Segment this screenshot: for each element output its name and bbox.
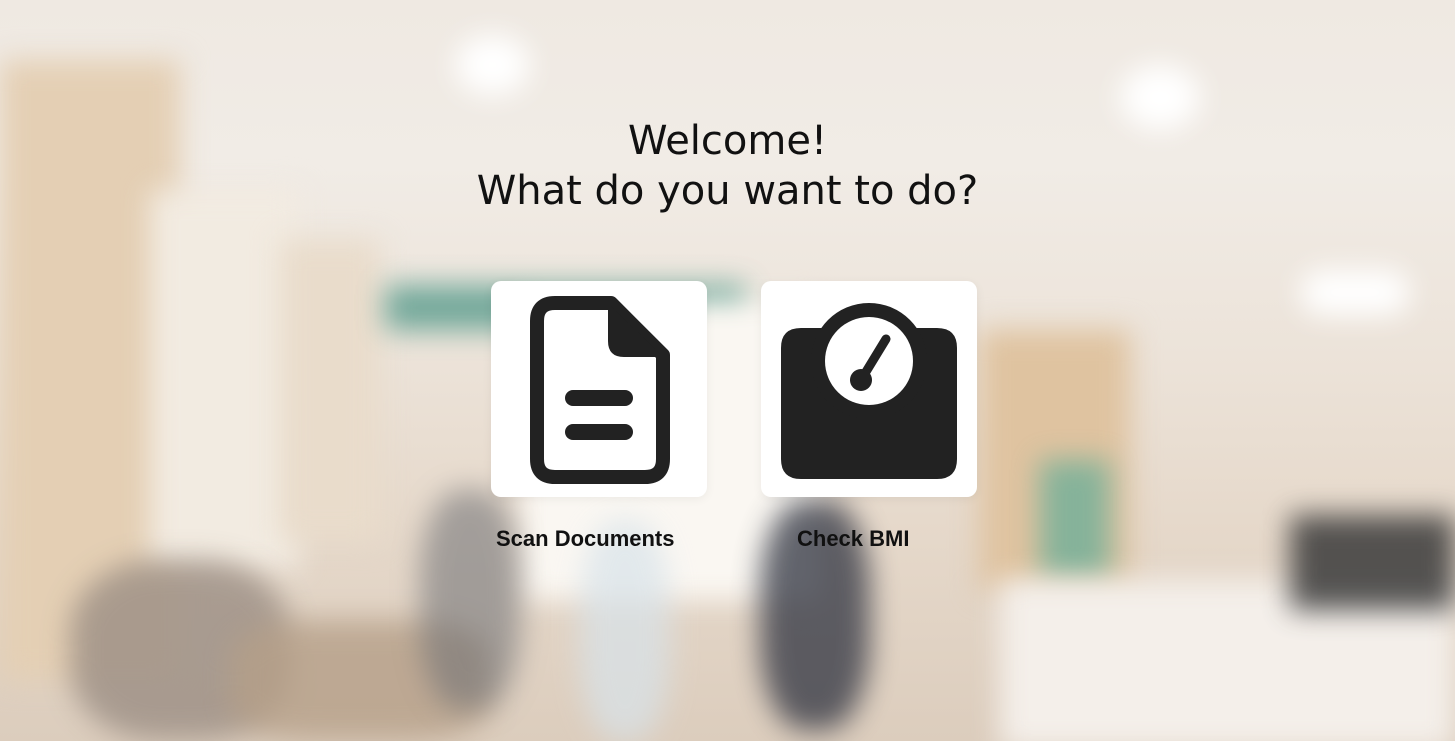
scan-documents-tile[interactable] [491,281,707,497]
document-icon [530,296,670,484]
welcome-heading: Welcome! What do you want to do? [0,116,1455,216]
check-bmi-label[interactable]: Check BMI [797,526,909,552]
welcome-line: Welcome! [627,118,827,164]
blurred-hospital-background [0,0,1455,741]
check-bmi-tile[interactable] [761,281,977,497]
scan-documents-label[interactable]: Scan Documents [496,526,675,552]
bmi-scale-icon [781,303,957,479]
prompt-line: What do you want to do? [476,168,979,214]
